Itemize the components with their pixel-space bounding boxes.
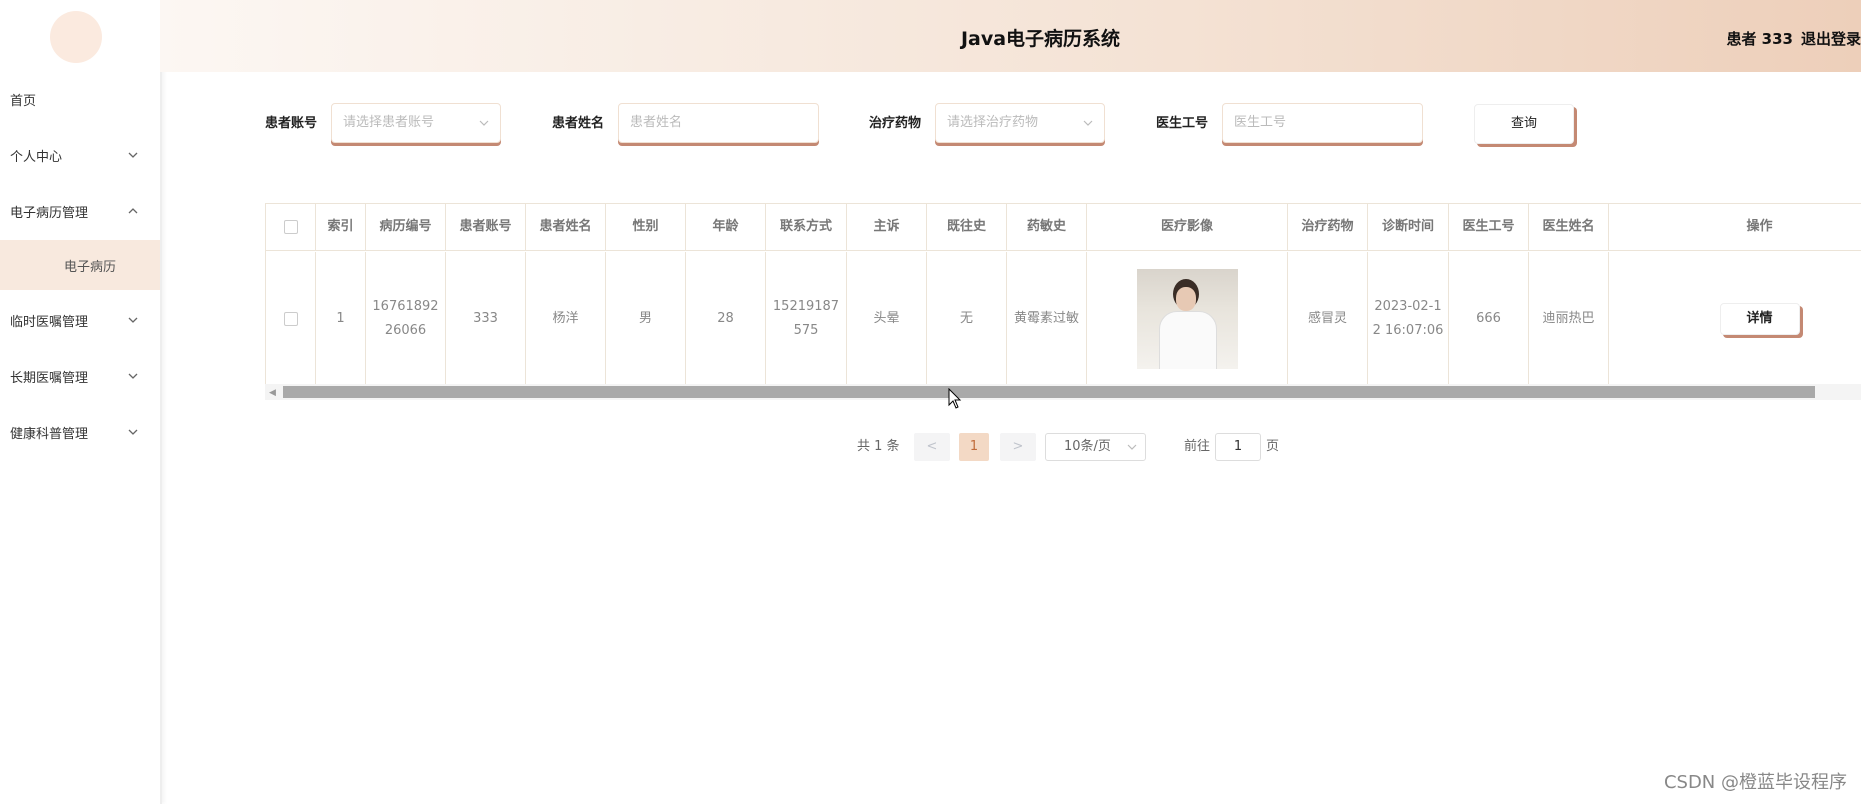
sidebar-item-label: 健康科普管理: [10, 426, 89, 442]
goto-prefix: 前往: [1184, 439, 1211, 454]
column-header[interactable]: 医生姓名: [1529, 204, 1609, 251]
goto-page-input[interactable]: 1: [1215, 433, 1261, 461]
top-header: Java电子病历系统 患者 333 退出登录: [160, 0, 1861, 72]
row-checkbox[interactable]: [283, 311, 298, 326]
cell-drug: 感冒灵: [1288, 252, 1368, 386]
app-title: Java电子病历系统: [960, 28, 1121, 50]
logout-link[interactable]: 退出登录: [1801, 30, 1861, 48]
sidebar-item-label: 个人中心: [10, 149, 63, 165]
user-area: 患者 333 退出登录: [1718, 28, 1861, 49]
emr-table: 索引 病历编号 患者账号 患者姓名 性别 年龄 联系方式 主诉 既往史 药敏史 …: [265, 203, 1861, 386]
scroll-left-arrow-icon[interactable]: ◀: [269, 388, 276, 398]
select-all-cell: [266, 204, 316, 251]
cell-diag-time: 2023-02-12 16:07:06: [1368, 252, 1449, 386]
select-all-checkbox[interactable]: [283, 220, 298, 234]
chevron-up-icon: [128, 208, 138, 214]
cell-doctor-name: 迪丽热巴: [1529, 252, 1609, 386]
scrollbar-thumb[interactable]: [283, 386, 1815, 398]
column-header[interactable]: 既往史: [927, 204, 1007, 251]
current-user: 患者 333: [1726, 30, 1793, 48]
sidebar-item-emr-management[interactable]: 电子病历管理: [0, 191, 160, 231]
column-header[interactable]: 主诉: [847, 204, 927, 251]
goto-suffix: 页: [1266, 439, 1280, 454]
next-page-button[interactable]: >: [1000, 433, 1036, 461]
sidebar-item-temp-orders[interactable]: 临时医嘱管理: [0, 300, 160, 340]
column-header[interactable]: 病历编号: [366, 204, 446, 251]
column-header[interactable]: 医疗影像: [1087, 204, 1288, 251]
mouse-cursor-icon: [948, 388, 962, 409]
watermark: CSDN @橙蓝毕设程序: [1663, 772, 1847, 793]
patient-name-input[interactable]: 患者姓名: [618, 103, 819, 143]
column-header[interactable]: 年龄: [686, 204, 766, 251]
cell-complaint: 头晕: [847, 252, 927, 386]
chevron-down-icon: [128, 152, 138, 158]
page-number-button[interactable]: 1: [959, 433, 989, 461]
cell-phone: 15219187575: [766, 252, 847, 386]
cell-age: 28: [686, 252, 766, 386]
cell-record-no: 1676189226066: [366, 252, 446, 386]
doctor-id-placeholder: 医生工号: [1234, 115, 1287, 130]
doctor-id-input[interactable]: 医生工号: [1222, 103, 1423, 143]
cell-medical-image: [1087, 252, 1288, 386]
patient-account-select[interactable]: 请选择患者账号: [331, 103, 501, 143]
column-header[interactable]: 医生工号: [1449, 204, 1529, 251]
drug-label: 治疗药物: [869, 116, 922, 131]
chevron-down-icon: [1127, 444, 1137, 450]
drug-placeholder: 请选择治疗药物: [947, 115, 1039, 130]
sidebar-item-label: 电子病历: [63, 259, 116, 275]
drug-select[interactable]: 请选择治疗药物: [935, 103, 1105, 143]
sidebar-item-personal-center[interactable]: 个人中心: [0, 135, 160, 175]
cell-name: 杨洋: [526, 252, 606, 386]
cell-actions: 详情: [1609, 252, 1861, 386]
cell-account: 333: [446, 252, 526, 386]
page-size-value: 10条/页: [1064, 439, 1111, 454]
sidebar: 首页 个人中心 电子病历管理 电子病历 临时医嘱管理 长期医嘱管理 健康科普管理: [0, 0, 162, 804]
column-header[interactable]: 药敏史: [1007, 204, 1087, 251]
sidebar-item-long-orders[interactable]: 长期医嘱管理: [0, 356, 160, 396]
sidebar-item-label: 长期医嘱管理: [10, 370, 89, 386]
query-button[interactable]: 查询: [1474, 104, 1574, 144]
column-header[interactable]: 治疗药物: [1288, 204, 1368, 251]
medical-image[interactable]: [1136, 268, 1238, 369]
row-select-cell: [266, 252, 316, 386]
sidebar-item-label: 电子病历管理: [10, 205, 89, 221]
sidebar-item-label: 首页: [10, 93, 37, 109]
pagination-total: 共 1 条: [857, 439, 900, 454]
table-row: 1 1676189226066 333 杨洋 男 28 15219187575 …: [266, 252, 1861, 386]
patient-account-placeholder: 请选择患者账号: [343, 115, 435, 130]
column-header[interactable]: 索引: [316, 204, 366, 251]
column-header[interactable]: 患者账号: [446, 204, 526, 251]
page-size-select[interactable]: 10条/页: [1045, 433, 1146, 461]
chevron-down-icon: [128, 373, 138, 379]
table-header: 索引 病历编号 患者账号 患者姓名 性别 年龄 联系方式 主诉 既往史 药敏史 …: [266, 204, 1861, 251]
sidebar-item-label: 临时医嘱管理: [10, 314, 89, 330]
column-header[interactable]: 操作: [1609, 204, 1861, 251]
doctor-id-label: 医生工号: [1156, 116, 1209, 131]
detail-button[interactable]: 详情: [1719, 302, 1800, 335]
patient-account-label: 患者账号: [265, 116, 318, 131]
cell-doctor-id: 666: [1449, 252, 1529, 386]
cell-gender: 男: [606, 252, 686, 386]
patient-name-placeholder: 患者姓名: [630, 115, 683, 130]
horizontal-scrollbar[interactable]: ◀: [265, 384, 1861, 400]
chevron-down-icon: [479, 120, 489, 126]
chevron-down-icon: [128, 429, 138, 435]
column-header[interactable]: 性别: [606, 204, 686, 251]
photo-face: [1175, 286, 1196, 311]
sidebar-item-home[interactable]: 首页: [0, 79, 160, 119]
sidebar-item-emr[interactable]: 电子病历: [0, 240, 160, 290]
column-header[interactable]: 患者姓名: [526, 204, 606, 251]
chevron-down-icon: [1083, 120, 1093, 126]
prev-page-button[interactable]: <: [914, 433, 950, 461]
patient-name-label: 患者姓名: [552, 116, 605, 131]
chevron-down-icon: [128, 317, 138, 323]
column-header[interactable]: 诊断时间: [1368, 204, 1449, 251]
cell-allergy: 黄霉素过敏: [1007, 252, 1087, 386]
avatar: [50, 11, 102, 63]
column-header[interactable]: 联系方式: [766, 204, 847, 251]
sidebar-item-health-education[interactable]: 健康科普管理: [0, 412, 160, 452]
cell-history: 无: [927, 252, 1007, 386]
cell-index: 1: [316, 252, 366, 386]
photo-shirt: [1158, 310, 1217, 369]
